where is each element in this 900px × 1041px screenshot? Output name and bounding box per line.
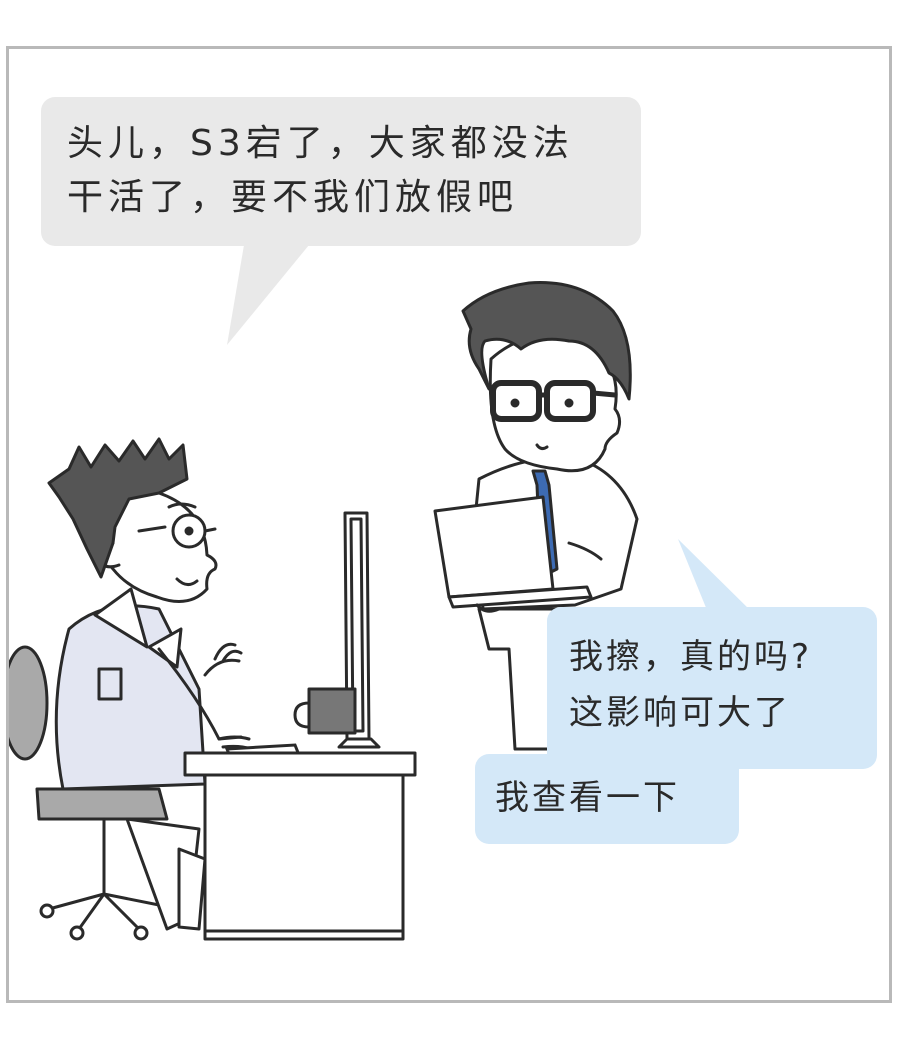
speech-line: 这影响可大了 — [569, 693, 791, 733]
speech-line: 干活了，要不我们放假吧 — [67, 177, 519, 218]
speech-bubble-boss-request: 头儿，S3宕了，大家都没法 干活了，要不我们放假吧 — [41, 97, 641, 246]
blue-bubble-tail — [678, 539, 755, 615]
gray-bubble-tail — [227, 245, 309, 345]
comic-panel: 头儿，S3宕了，大家都没法 干活了，要不我们放假吧 我擦，真的吗? 这影响可大了… — [6, 46, 892, 1003]
speech-bubble-reply-2: 我查看一下 — [475, 754, 739, 844]
speech-line: 我擦，真的吗? — [569, 637, 813, 677]
coffee-mug — [293, 687, 357, 735]
speech-bubble-reply-1: 我擦，真的吗? 这影响可大了 — [547, 607, 877, 769]
speech-line: 我查看一下 — [495, 778, 680, 818]
speech-line: 头儿，S3宕了，大家都没法 — [67, 123, 574, 164]
desk — [183, 751, 417, 941]
